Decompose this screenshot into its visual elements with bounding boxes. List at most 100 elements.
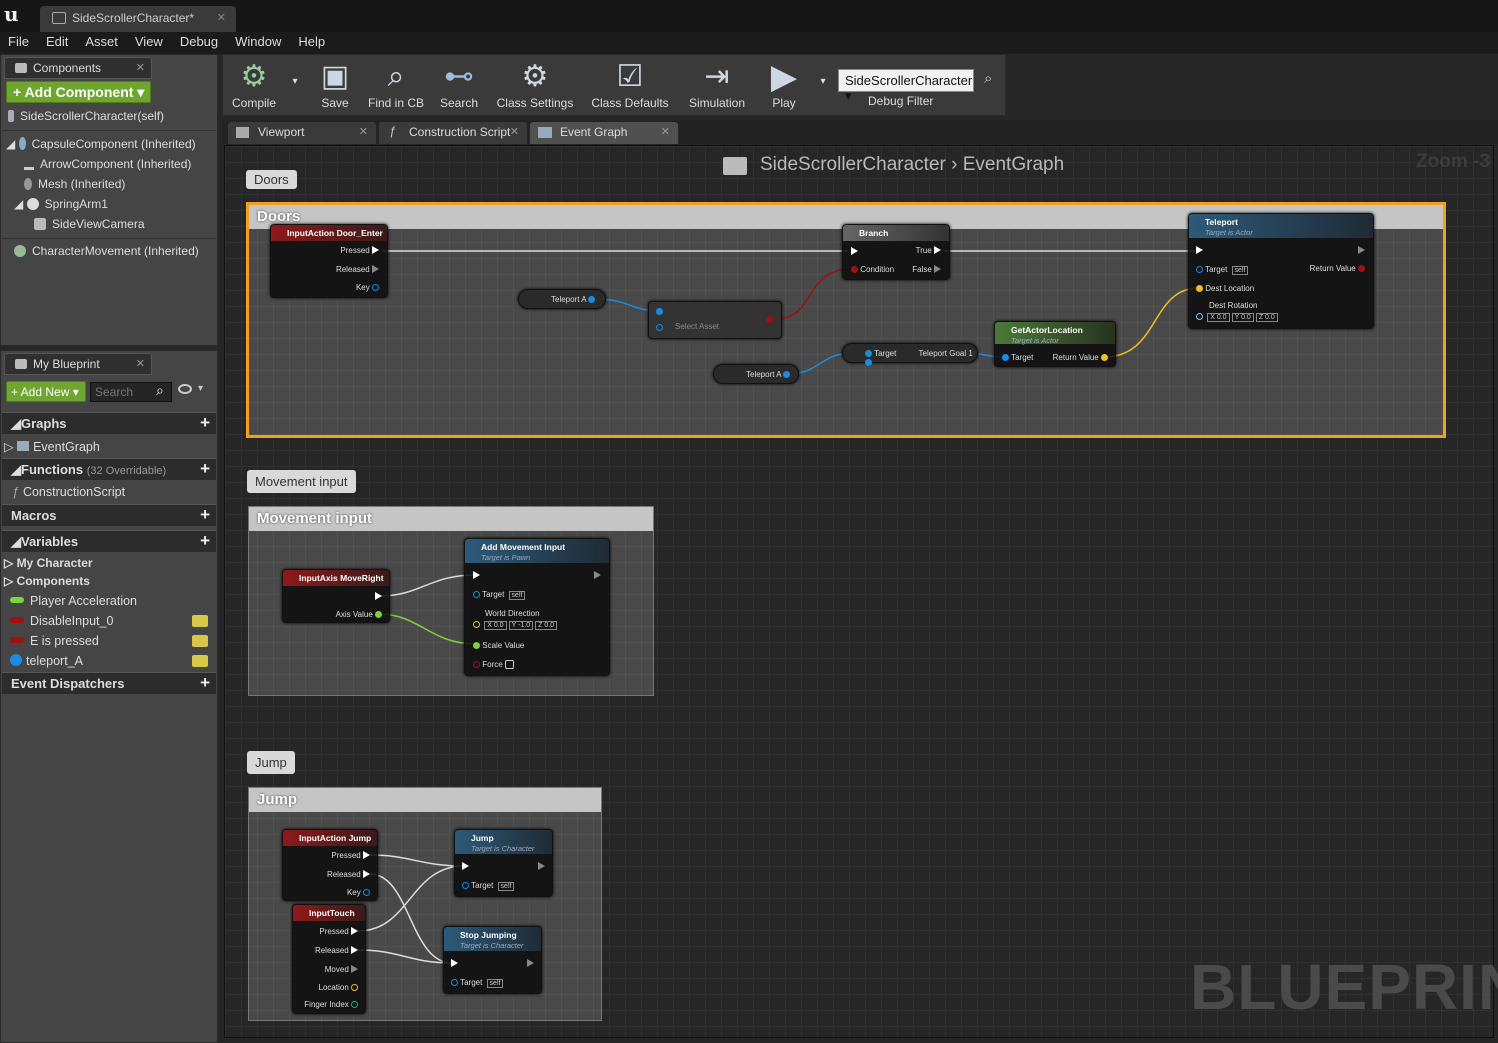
object-pin-icon — [462, 882, 469, 889]
pin-released[interactable]: Released — [315, 946, 358, 955]
pin-finger-index[interactable]: Finger Index — [304, 1000, 358, 1009]
node-header: Branch — [843, 225, 949, 241]
var-get-teleport-a-2[interactable]: Teleport A — [713, 364, 799, 384]
node-input-action-jump[interactable]: InputAction Jump Pressed Released Key — [282, 829, 378, 901]
pin-dest-rotation[interactable]: X 0.0 Y 0.0 Z 0.0 — [1196, 312, 1278, 322]
pin-exec-out[interactable] — [375, 592, 382, 601]
exec-pin-icon — [351, 927, 358, 935]
pin-exec-out[interactable] — [594, 571, 601, 580]
node-stop-jumping[interactable]: Stop Jumping Target is Character Target s… — [443, 926, 542, 994]
node-header: Add Movement Input Target is Pawn — [465, 539, 609, 563]
node-select[interactable]: Select Asset — [648, 301, 782, 339]
exec-pin-icon — [538, 862, 545, 870]
pin-return-value[interactable]: Return Value — [1310, 264, 1365, 273]
object-pin-icon — [865, 359, 872, 366]
pin-key[interactable]: Key — [347, 888, 370, 897]
bool-pin-icon — [473, 661, 480, 668]
node-teleport[interactable]: Teleport Target is Actor Target self Retu… — [1188, 213, 1374, 329]
blueprint-watermark: BLUEPRINT — [1190, 951, 1498, 1023]
pin-true[interactable]: True — [916, 246, 941, 255]
object-pin-icon — [865, 350, 872, 357]
pin-false[interactable]: False — [912, 265, 941, 274]
pin-pressed[interactable]: Pressed — [340, 246, 379, 255]
pin-exec-out[interactable] — [538, 862, 545, 871]
pin-exec-in[interactable] — [1196, 246, 1203, 255]
exec-pin-icon — [372, 265, 379, 273]
exec-pin-icon — [473, 571, 480, 579]
pin-exec-in[interactable] — [473, 571, 480, 580]
pin-exec-out[interactable] — [1358, 246, 1365, 255]
vector-pin-icon — [1196, 285, 1203, 292]
pin-key[interactable]: Key — [356, 283, 379, 292]
object-pin-icon — [783, 371, 791, 378]
object-pin-icon — [588, 296, 596, 303]
pin-target[interactable]: Target self — [462, 881, 515, 891]
pin-target[interactable]: Target self — [473, 590, 526, 600]
rotator-pin-icon — [1196, 313, 1203, 320]
node-header: Stop Jumping Target is Character — [444, 927, 541, 951]
pin-return-value[interactable]: Return Value — [1053, 353, 1108, 362]
select-asset-label[interactable]: Select Asset — [675, 322, 719, 331]
struct-pin-icon — [372, 284, 379, 291]
exec-pin-icon — [363, 870, 370, 878]
exec-pin-icon — [851, 247, 858, 255]
exec-pin-icon — [1358, 246, 1365, 254]
node-get-actor-location[interactable]: GetActorLocation Target is Actor Target R… — [994, 321, 1116, 367]
exec-pin-icon — [594, 571, 601, 579]
pin-pressed[interactable]: Pressed — [331, 851, 370, 860]
object-pin-icon[interactable] — [656, 308, 663, 315]
node-branch[interactable]: Branch True Condition False — [842, 224, 950, 280]
exec-pin-icon — [934, 246, 941, 254]
exec-pin-icon — [363, 851, 370, 859]
exec-pin-icon — [351, 946, 358, 954]
pin-exec-out[interactable] — [527, 959, 534, 968]
pin-dest-rotation-label: Dest Rotation — [1209, 301, 1258, 310]
exec-pin-icon — [527, 959, 534, 967]
pin-exec-in[interactable] — [851, 247, 858, 256]
pin-location[interactable]: Location — [319, 983, 358, 992]
pin-released[interactable]: Released — [327, 870, 370, 879]
node-header: InputAction Door_Enter — [271, 225, 387, 241]
object-pin-icon — [1002, 354, 1009, 361]
vector-pin-icon — [473, 621, 480, 628]
pin-pressed[interactable]: Pressed — [319, 927, 358, 936]
pin-force[interactable]: Force — [473, 660, 514, 669]
pin-target[interactable]: Target self — [451, 978, 504, 988]
object-pin-icon — [451, 979, 458, 986]
pin-exec-in[interactable] — [451, 959, 458, 968]
node-header: Jump Target is Character — [455, 830, 552, 854]
pin-world-direction-label: World Direction — [485, 609, 540, 618]
bool-pin-icon[interactable] — [766, 316, 773, 323]
struct-pin-icon — [363, 889, 370, 896]
var-get-teleport-a[interactable]: Teleport A — [518, 289, 606, 309]
pin-moved[interactable]: Moved — [325, 965, 358, 974]
exec-pin-icon — [1196, 246, 1203, 254]
node-add-movement-input[interactable]: Add Movement Input Target is Pawn Target … — [464, 538, 610, 676]
pin-target[interactable]: Target — [1002, 353, 1033, 362]
object-pin-icon — [473, 591, 480, 598]
node-header: InputTouch — [293, 905, 365, 921]
object-pin-icon[interactable] — [656, 324, 663, 331]
pin-target[interactable]: Target self — [1196, 265, 1249, 275]
pin-condition[interactable]: Condition — [851, 265, 894, 274]
pin-scale-value[interactable]: Scale Value — [473, 641, 524, 650]
node-jump[interactable]: Jump Target is Character Target self — [454, 829, 553, 897]
pin-dest-location[interactable]: Dest Location — [1196, 284, 1254, 293]
object-pin-icon — [1196, 266, 1203, 273]
exec-pin-icon — [934, 265, 941, 273]
node-input-touch[interactable]: InputTouch Pressed Released Moved Locati… — [292, 904, 366, 1014]
pin-exec-in[interactable] — [462, 862, 469, 871]
exec-pin-icon — [451, 959, 458, 967]
node-header: Teleport Target is Actor — [1189, 214, 1373, 238]
node-input-door-enter[interactable]: InputAction Door_Enter Pressed Released … — [270, 224, 388, 298]
wires — [357, 250, 1200, 964]
checkbox-icon — [504, 660, 514, 669]
node-get-teleport-goal[interactable]: Target Teleport Goal 1 — [842, 343, 978, 366]
node-input-axis-moveright[interactable]: InputAxis MoveRight Axis Value — [282, 569, 390, 623]
pin-world-direction[interactable]: X 0.0 Y -1.0 Z 0.0 — [473, 620, 558, 630]
pin-released[interactable]: Released — [336, 265, 379, 274]
exec-pin-icon — [462, 862, 469, 870]
bool-pin-icon — [851, 266, 858, 273]
pin-axis-value[interactable]: Axis Value — [336, 610, 382, 619]
exec-pin-icon — [351, 965, 358, 973]
